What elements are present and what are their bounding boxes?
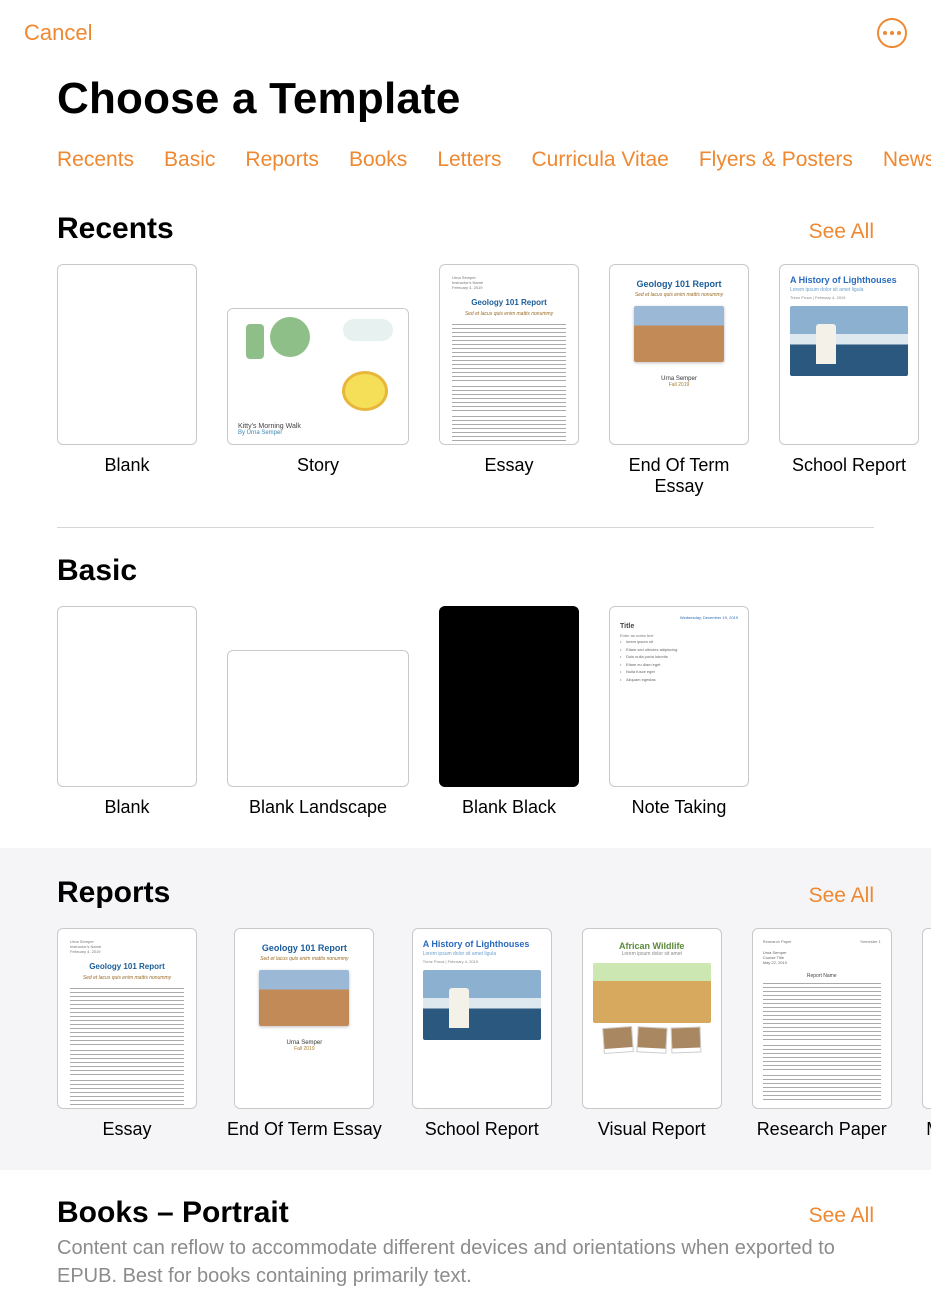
tab-curricula-vitae[interactable]: Curricula Vitae (532, 148, 669, 172)
thumb-title: A History of Lighthouses (423, 939, 541, 949)
thumb-sub: Lorem ipsum dolor sit amet ligula (423, 951, 541, 957)
section-title-basic: Basic (57, 554, 137, 588)
thumb-research-paper: Research Paper Semester 1 Urna Semper Co… (752, 928, 892, 1109)
template-label: End Of Term Essay (609, 455, 749, 497)
thumb-blank-landscape (227, 650, 409, 787)
thumb-title: African Wildlife (593, 941, 711, 951)
tab-flyers-posters[interactable]: Flyers & Posters (699, 148, 853, 172)
thumb-meta: Trenz Pruca | February 4, 2019 (790, 295, 908, 300)
see-all-books[interactable]: See All (809, 1204, 874, 1228)
thumb-note-taking: Wednesday, December 19, 2019 Title Enter… (609, 606, 749, 787)
tab-recents[interactable]: Recents (57, 148, 134, 172)
reports-grid: Urna Semper Instructor's Name February 4… (57, 928, 931, 1170)
thumb-end-of-term: Geology 101 Report Sed et lacus quis eni… (609, 264, 749, 445)
template-label: M (926, 1119, 931, 1140)
thumb-sub: Sed et lacus quis enim mattis nonummy (70, 975, 184, 983)
tab-basic[interactable]: Basic (164, 148, 215, 172)
template-label: Blank Landscape (249, 797, 387, 818)
template-essay-report[interactable]: Urna Semper Instructor's Name February 4… (57, 928, 197, 1140)
template-label: Research Paper (757, 1119, 887, 1140)
thumb-title: Research Paper (763, 939, 792, 944)
thumb-title: A History of Lighthouses (790, 275, 908, 285)
thumb-blank-black (439, 606, 579, 787)
template-visual-report[interactable]: African Wildlife Lorem ipsum dolor sit a… (582, 928, 722, 1140)
thumb-title: Geology 101 Report (70, 961, 184, 973)
tab-reports[interactable]: Reports (245, 148, 319, 172)
template-label: Story (297, 455, 339, 476)
template-blank-landscape[interactable]: Blank Landscape (227, 606, 409, 818)
thumb-year: Fall 2019 (247, 1046, 361, 1052)
template-end-of-term-essay[interactable]: Geology 101 Report Sed et lacus quis eni… (609, 264, 749, 497)
story-title-text: Kitty's Morning Walk (238, 423, 398, 430)
books-subtitle: Content can reflow to accommodate differ… (57, 1234, 874, 1290)
section-title-books: Books – Portrait (57, 1196, 289, 1230)
more-dot-icon (897, 31, 901, 35)
thumb-school-report: A History of Lighthouses Lorem ipsum dol… (412, 928, 552, 1109)
basic-grid: Blank Blank Landscape Blank Black Wednes… (57, 606, 874, 848)
template-label: Blank Black (462, 797, 556, 818)
thumb-meta: Trenz Pruca | February 4, 2019 (423, 959, 541, 964)
thumb-end-of-term: Geology 101 Report Sed et lacus quis eni… (234, 928, 374, 1109)
thumb-title: Title (620, 623, 738, 630)
thumb-blank (57, 606, 197, 787)
template-label: School Report (425, 1119, 539, 1140)
thumb-partial (922, 928, 931, 1109)
template-label: Essay (484, 455, 533, 476)
section-title-recents: Recents (57, 212, 174, 246)
template-note-taking[interactable]: Wednesday, December 19, 2019 Title Enter… (609, 606, 749, 818)
thumb-date: February 4, 2019 (70, 949, 184, 954)
thumb-date: May 22, 2019 (763, 960, 881, 965)
template-label: Note Taking (632, 797, 727, 818)
thumb-story: Kitty's Morning Walk By Urna Semper (227, 308, 409, 445)
more-dot-icon (883, 31, 887, 35)
story-author-text: By Urna Semper (238, 430, 398, 436)
template-end-of-term-report[interactable]: Geology 101 Report Sed et lacus quis eni… (227, 928, 382, 1140)
template-blank[interactable]: Blank (57, 264, 197, 497)
thumb-heading: Report Name (763, 973, 881, 979)
tab-books[interactable]: Books (349, 148, 407, 172)
tab-newsletters[interactable]: Newsletters (883, 148, 931, 172)
see-all-recents[interactable]: See All (809, 220, 874, 244)
more-options-button[interactable] (877, 18, 907, 48)
more-dot-icon (890, 31, 894, 35)
template-blank-black[interactable]: Blank Black (439, 606, 579, 818)
thumb-date: February 4, 2019 (452, 285, 566, 290)
template-partial[interactable]: M (922, 928, 931, 1140)
thumb-title: Geology 101 Report (622, 279, 736, 289)
section-title-reports: Reports (57, 876, 170, 910)
template-label: Blank (104, 797, 149, 818)
thumb-date: Wednesday, December 19, 2019 (620, 615, 738, 620)
page-title: Choose a Template (0, 48, 931, 124)
template-essay[interactable]: Urna Semper Instructor's Name February 4… (439, 264, 579, 497)
template-label: Essay (102, 1119, 151, 1140)
thumb-title: Geology 101 Report (452, 297, 566, 309)
template-school-report[interactable]: A History of Lighthouses Lorem ipsum dol… (779, 264, 919, 497)
template-label: School Report (792, 455, 906, 476)
recents-grid: Blank Kitty's Morning Walk By Urna Sempe… (57, 264, 874, 528)
thumb-year: Fall 2019 (622, 382, 736, 388)
thumb-school-report: A History of Lighthouses Lorem ipsum dol… (779, 264, 919, 445)
thumb-essay: Urna Semper Instructor's Name February 4… (439, 264, 579, 445)
thumb-sub: Lorem ipsum dolor sit amet ligula (790, 287, 908, 293)
see-all-reports[interactable]: See All (809, 884, 874, 908)
thumb-blank (57, 264, 197, 445)
cancel-button[interactable]: Cancel (24, 20, 92, 46)
thumb-sub: Sed et lacus quis enim mattis nonummy (452, 311, 566, 319)
template-blank-basic[interactable]: Blank (57, 606, 197, 818)
thumb-visual-report: African Wildlife Lorem ipsum dolor sit a… (582, 928, 722, 1109)
template-research-paper[interactable]: Research Paper Semester 1 Urna Semper Co… (752, 928, 892, 1140)
tab-letters[interactable]: Letters (437, 148, 501, 172)
thumb-sub: Lorem ipsum dolor sit amet (593, 951, 711, 957)
thumb-essay: Urna Semper Instructor's Name February 4… (57, 928, 197, 1109)
thumb-sub: Sed et lacus quis enim mattis nonummy (622, 292, 736, 298)
thumb-sub: Sed et lacus quis enim mattis nonummy (247, 956, 361, 962)
template-school-report-reports[interactable]: A History of Lighthouses Lorem ipsum dol… (412, 928, 552, 1140)
thumb-semester: Semester 1 (860, 939, 880, 944)
template-label: Blank (104, 455, 149, 476)
category-tabs: Recents Basic Reports Books Letters Curr… (0, 124, 931, 186)
template-label: End Of Term Essay (227, 1119, 382, 1140)
template-label: Visual Report (598, 1119, 706, 1140)
template-story[interactable]: Kitty's Morning Walk By Urna Semper Stor… (227, 264, 409, 497)
thumb-title: Geology 101 Report (247, 943, 361, 953)
